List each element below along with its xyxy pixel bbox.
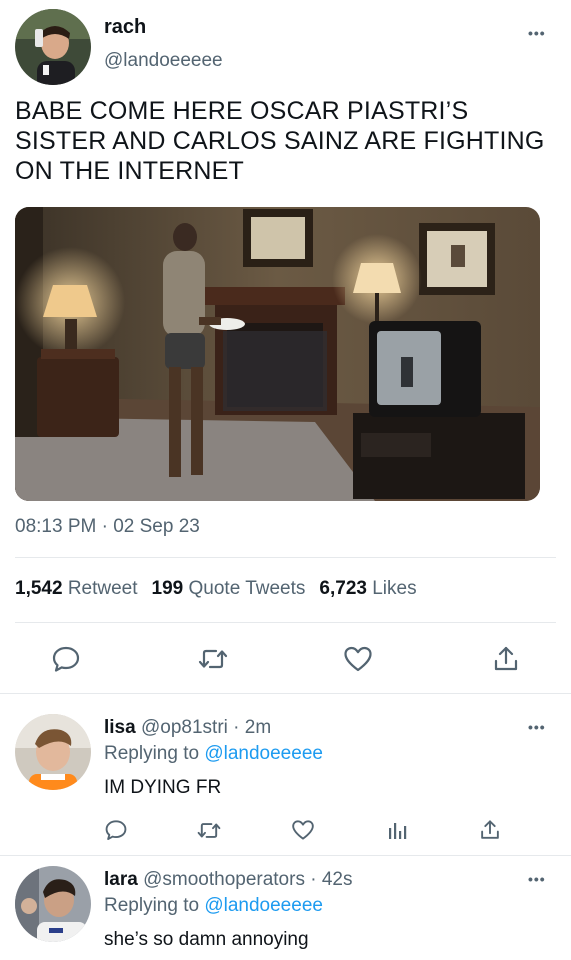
reply-avatar[interactable] (15, 714, 91, 790)
share-icon (481, 820, 499, 839)
author-name[interactable]: rach (104, 16, 146, 39)
retweet-button[interactable] (195, 643, 231, 675)
retweets-label: Retweet (67, 578, 138, 599)
replying-to-label: Replying to (104, 743, 200, 764)
reply-text: IM DYING FR (104, 777, 222, 798)
tweet-timestamp[interactable]: 08:13 PM · 02 Sep 23 (15, 516, 200, 538)
reply-share-button[interactable] (476, 816, 504, 844)
reply-author-handle[interactable]: @smoothoperators (143, 869, 305, 890)
divider (0, 693, 571, 694)
analytics-icon (389, 823, 407, 839)
divider (15, 622, 556, 623)
reply-reply-button[interactable] (102, 816, 130, 844)
reply-header: lisa @op81stri · 2m (104, 717, 271, 739)
like-button[interactable] (340, 643, 376, 675)
reply-author-name[interactable]: lisa (104, 717, 136, 738)
retweet-icon (197, 822, 221, 838)
reply-more-options-icon[interactable]: ••• (528, 871, 546, 887)
reply-icon (105, 820, 127, 840)
likes-label: Likes (372, 578, 417, 599)
divider (15, 557, 556, 558)
replying-to: Replying to @landoeeeee (104, 895, 323, 917)
likes-stat[interactable]: 6,723 Likes (319, 578, 416, 599)
reply-header: lara @smoothoperators · 42s (104, 869, 353, 891)
reply-retweet-button[interactable] (195, 816, 223, 844)
divider (0, 855, 571, 856)
share-button[interactable] (488, 643, 524, 675)
reply-author-name[interactable]: lara (104, 869, 138, 890)
replying-to-link[interactable]: @landoeeeee (204, 743, 323, 764)
reply-more-options-icon[interactable]: ••• (528, 719, 546, 735)
retweets-count: 1,542 (15, 578, 63, 599)
heart-icon (292, 820, 314, 840)
reply-age[interactable]: 2m (245, 717, 271, 738)
tweet-time: 08:13 PM (15, 516, 97, 537)
tweet-text: BABE COME HERE OSCAR PIASTRI’S SISTER AN… (15, 97, 545, 185)
timestamp-separator: · (101, 516, 108, 537)
quotes-label: Quote Tweets (188, 578, 306, 599)
reply-like-button[interactable] (289, 816, 317, 844)
reply-text: she’s so damn annoying (104, 929, 309, 950)
share-icon (494, 646, 518, 671)
reply-avatar[interactable] (15, 866, 91, 942)
reply-separator: · (310, 869, 317, 890)
replying-to-label: Replying to (104, 895, 200, 916)
reply-author-handle[interactable]: @op81stri (141, 717, 228, 738)
more-options-icon[interactable]: ••• (528, 25, 546, 41)
tweet-media[interactable] (15, 207, 540, 501)
reply-analytics-button[interactable] (383, 816, 411, 844)
quotes-stat[interactable]: 199 Quote Tweets (152, 578, 306, 599)
heart-icon (344, 646, 372, 672)
reply-separator: · (233, 717, 240, 738)
replying-to-link[interactable]: @landoeeeee (204, 895, 323, 916)
tweet-stats: 1,542 Retweet 199 Quote Tweets 6,723 Likes (15, 578, 417, 600)
retweets-stat[interactable]: 1,542 Retweet (15, 578, 138, 599)
likes-count: 6,723 (319, 578, 367, 599)
replying-to: Replying to @landoeeeee (104, 743, 323, 765)
author-handle[interactable]: @landoeeeee (104, 50, 223, 72)
reply-button[interactable] (48, 643, 84, 675)
reply-age[interactable]: 42s (322, 869, 353, 890)
tweet-date: 02 Sep 23 (113, 516, 200, 537)
reply-icon (52, 646, 80, 672)
quotes-count: 199 (151, 578, 184, 599)
author-avatar[interactable] (15, 9, 91, 85)
retweet-icon (198, 649, 228, 669)
